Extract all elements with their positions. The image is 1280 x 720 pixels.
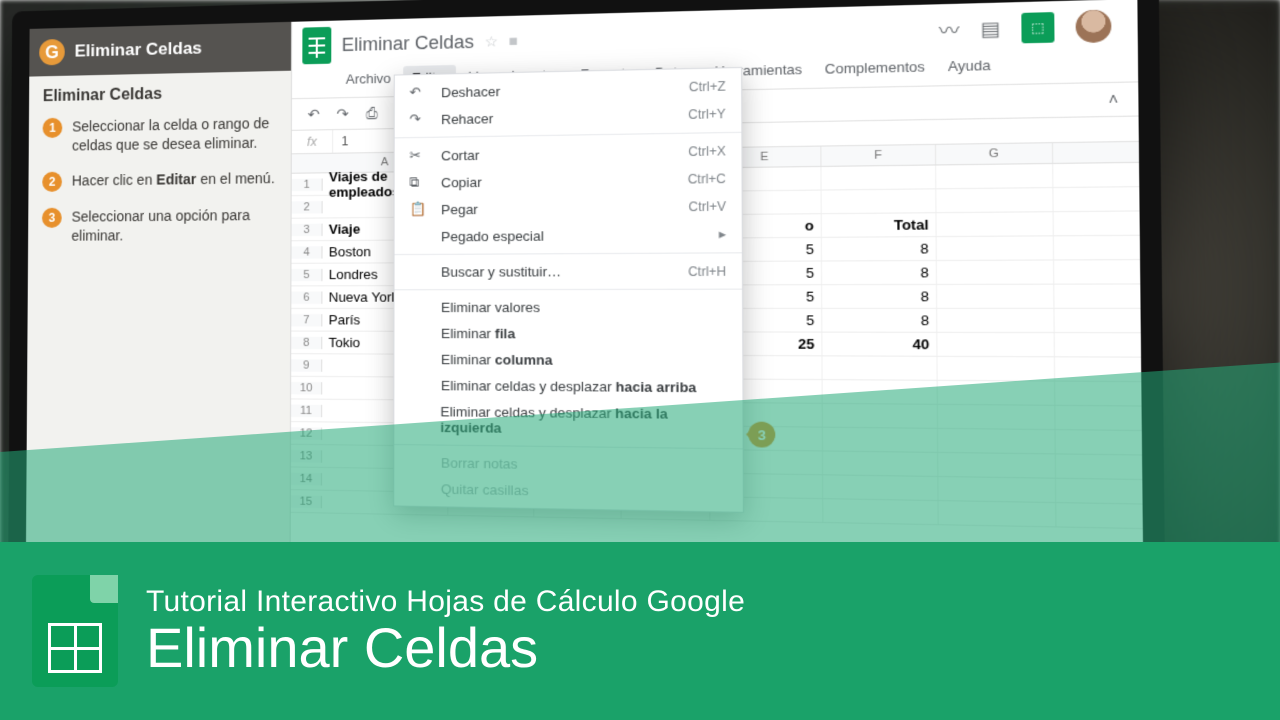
undo-icon[interactable]: ↶ xyxy=(304,105,323,123)
menu-archivo[interactable]: Archivo xyxy=(337,66,399,91)
formula-value[interactable]: 1 xyxy=(333,130,357,153)
redo-icon: ↷ xyxy=(409,111,428,128)
sidebar-header: G Eliminar Celdas xyxy=(29,22,291,77)
sheets-logo-icon[interactable] xyxy=(302,27,331,64)
sidebar-title: Eliminar Celdas xyxy=(43,83,277,106)
step-2-badge: 2 xyxy=(42,171,62,191)
menu-paste[interactable]: 📋PegarCtrl+V xyxy=(395,193,742,224)
col-header-f[interactable]: F xyxy=(821,145,936,166)
row-header[interactable]: 10 xyxy=(291,381,322,394)
row-header[interactable]: 4 xyxy=(291,246,322,258)
account-avatar[interactable] xyxy=(1076,9,1112,43)
menu-delete-column[interactable]: Eliminar columna xyxy=(394,346,742,374)
row-header[interactable]: 3 xyxy=(292,223,323,236)
row-header[interactable]: 5 xyxy=(291,268,322,280)
fx-label: fx xyxy=(292,130,333,153)
step-3: 3 Seleccionar una opción para eliminar. xyxy=(42,205,276,245)
trend-icon[interactable]: 〰 xyxy=(939,16,960,45)
menu-paste-special[interactable]: Pegado especial xyxy=(395,220,742,250)
step-2: 2 Hacer clic en Editar en el menú. xyxy=(42,169,276,192)
step-1-text: Seleccionar la celda o rango de celdas q… xyxy=(72,114,277,156)
folder-icon[interactable]: ■ xyxy=(509,32,518,49)
title-banner: Tutorial Interactivo Hojas de Cálculo Go… xyxy=(0,542,1280,720)
col-header-g[interactable]: G xyxy=(936,143,1053,164)
menu-delete-row[interactable]: Eliminar fila xyxy=(394,320,742,347)
menu-separator xyxy=(395,289,742,291)
menu-delete-values[interactable]: Eliminar valores xyxy=(394,294,742,321)
brand-logo: G xyxy=(39,39,65,66)
step-3-badge: 3 xyxy=(42,208,62,228)
row-header[interactable]: 9 xyxy=(291,359,322,372)
undo-icon: ↶ xyxy=(409,84,428,101)
sidebar-header-title: Eliminar Celdas xyxy=(75,38,202,61)
step-1: 1 Seleccionar la celda o rango de celdas… xyxy=(42,114,276,156)
menu-delete-shift-up[interactable]: Eliminar celdas y desplazar hacia arriba xyxy=(394,372,742,401)
banner-subtitle: Tutorial Interactivo Hojas de Cálculo Go… xyxy=(146,585,745,619)
row-header[interactable]: 2 xyxy=(292,201,323,214)
menu-copy[interactable]: ⧉CopiarCtrl+C xyxy=(395,165,742,196)
collapse-toolbar-icon[interactable]: ˄ xyxy=(1102,90,1124,108)
row-header[interactable]: 7 xyxy=(291,314,322,326)
share-button[interactable]: ⬚ xyxy=(1021,12,1054,43)
step-2-text: Hacer clic en Editar en el menú. xyxy=(72,169,275,192)
document-title[interactable]: Eliminar Celdas xyxy=(342,31,474,56)
row-header[interactable]: 8 xyxy=(291,336,322,348)
redo-icon[interactable]: ↷ xyxy=(333,105,352,123)
cut-icon: ✂ xyxy=(409,147,428,164)
row-header[interactable]: 1 xyxy=(292,178,323,191)
menu-separator xyxy=(395,252,742,255)
sheets-logo-large-icon xyxy=(32,575,118,687)
step-3-text: Seleccionar una opción para eliminar. xyxy=(71,205,276,245)
step-1-badge: 1 xyxy=(43,118,63,138)
menu-find-replace[interactable]: Buscar y sustituir…Ctrl+H xyxy=(395,258,742,286)
copy-icon: ⧉ xyxy=(409,174,428,191)
paste-icon: 📋 xyxy=(409,201,428,218)
row-header[interactable]: 11 xyxy=(291,404,322,417)
star-icon[interactable]: ☆ xyxy=(485,32,498,50)
print-icon[interactable]: ⎙ xyxy=(362,104,381,122)
menu-complementos[interactable]: Complementos xyxy=(816,54,935,81)
menu-redo[interactable]: ↷RehacerCtrl+Y xyxy=(395,100,742,133)
menu-ayuda[interactable]: Ayuda xyxy=(939,53,1000,79)
banner-title: Eliminar Celdas xyxy=(146,619,745,678)
comments-icon[interactable]: ▤ xyxy=(980,17,1000,40)
row-header[interactable]: 6 xyxy=(291,291,322,303)
